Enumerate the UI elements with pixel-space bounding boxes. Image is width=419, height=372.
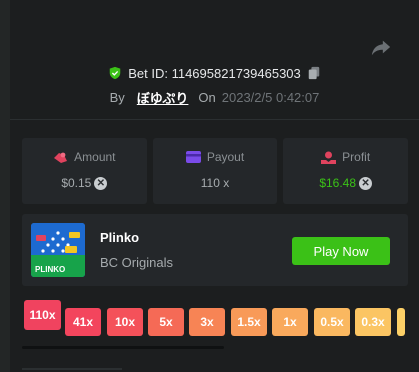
share-icon[interactable]	[370, 36, 392, 58]
multiplier-badge-partial	[397, 308, 405, 336]
plinko-thumbnail-art: PLINKO	[31, 223, 85, 277]
amount-icon	[54, 152, 68, 163]
multiplier-badge: 110x	[24, 300, 61, 330]
bet-detail-panel: Bet ID: 114695821739465303 By ぼゆぷり On 20…	[10, 0, 419, 372]
bet-byline: By ぼゆぷり On 2023/2/5 0:42:07	[10, 88, 419, 106]
profit-label: Profit	[342, 150, 371, 164]
multiplier-row: 110x 41x 10x 5x 3x 1.5x 1x 0.5x 0.3x	[24, 300, 419, 340]
close-circle-icon: ✕	[94, 176, 108, 190]
game-provider: BC Originals	[100, 255, 173, 270]
multiplier-badge: 0.5x	[314, 308, 350, 336]
close-circle-icon: ✕	[359, 176, 373, 190]
multiplier-badge: 0.3x	[355, 308, 391, 336]
bet-stats: Amount $0.15 ✕ Payout 110 x Profit $16.4…	[22, 138, 409, 204]
bet-id: Bet ID: 114695821739465303	[128, 65, 301, 81]
multiplier-badge: 1.5x	[231, 308, 267, 336]
payout-value: 110 x	[200, 176, 230, 190]
username-link[interactable]: ぼゆぷり	[137, 88, 189, 107]
payout-label: Payout	[206, 150, 245, 164]
multiplier-badge: 10x	[107, 308, 143, 336]
game-name: Plinko	[100, 230, 140, 245]
multiplier-badge: 1x	[272, 308, 308, 336]
shield-check-icon	[109, 66, 121, 80]
multiplier-badge: 5x	[148, 308, 184, 336]
multiplier-scrollbar[interactable]	[22, 346, 224, 349]
play-now-button[interactable]: Play Now	[292, 237, 390, 265]
multiplier-badge: 3x	[189, 308, 225, 336]
divider	[10, 119, 419, 120]
payout-card-icon	[185, 151, 201, 163]
amount-value: $0.15	[61, 176, 92, 190]
stat-amount: Amount $0.15 ✕	[22, 138, 147, 204]
stat-payout: Payout 110 x	[152, 138, 278, 204]
amount-label: Amount	[74, 150, 116, 164]
thumb-text: PLINKO	[35, 265, 65, 274]
stat-profit: Profit $16.48 ✕	[283, 138, 409, 204]
multiplier-badge: 41x	[65, 308, 101, 336]
game-card: PLINKO Plinko BC Originals Play Now	[22, 214, 408, 286]
copy-icon[interactable]	[307, 66, 321, 80]
bottom-divider	[22, 368, 122, 370]
profit-icon	[321, 151, 337, 164]
on-label: On	[198, 89, 216, 105]
game-thumbnail[interactable]: PLINKO	[31, 223, 85, 277]
profit-value: $16.48	[319, 176, 357, 190]
by-label: By	[109, 89, 125, 105]
bet-id-row: Bet ID: 114695821739465303	[10, 64, 419, 82]
bet-datetime: 2023/2/5 0:42:07	[221, 89, 320, 105]
